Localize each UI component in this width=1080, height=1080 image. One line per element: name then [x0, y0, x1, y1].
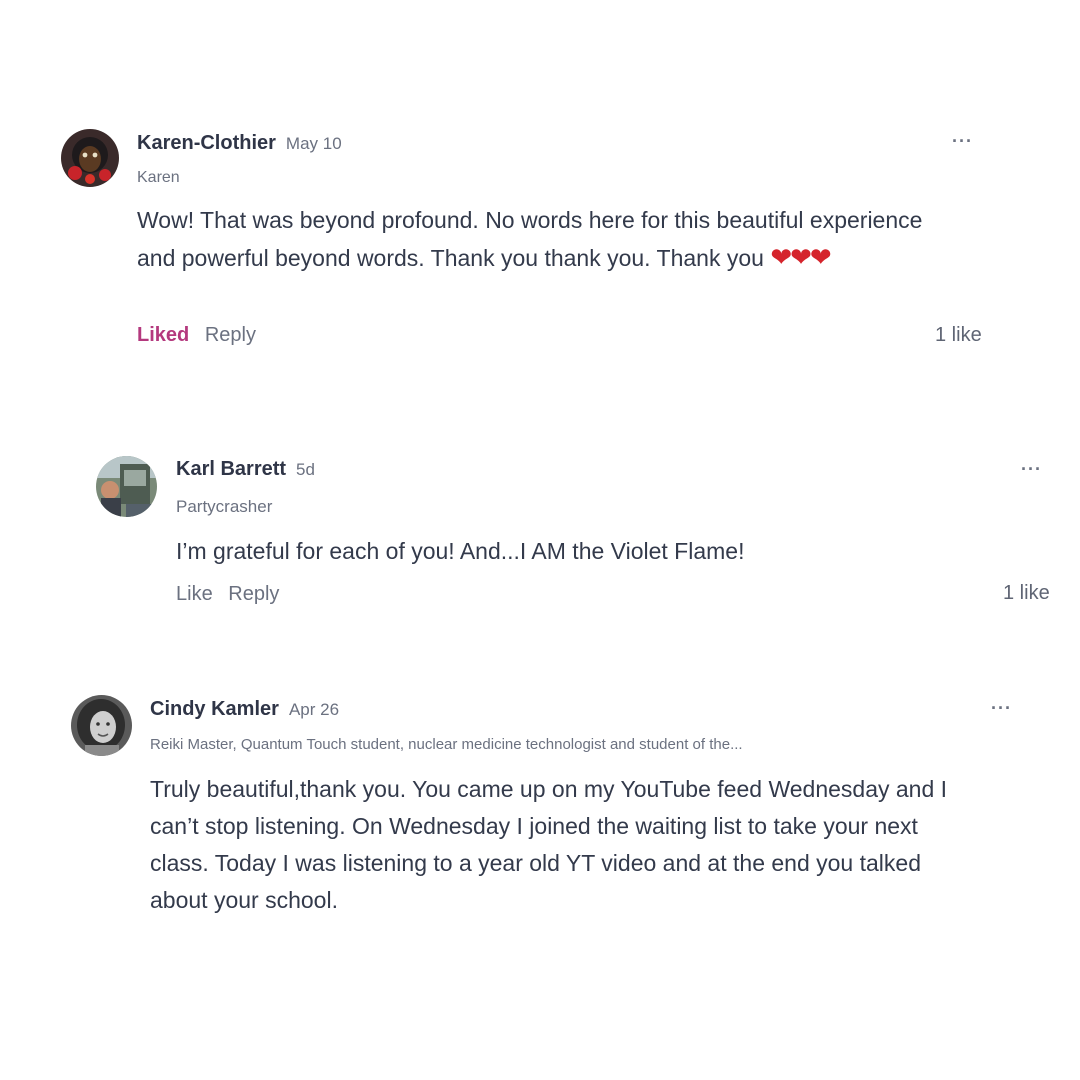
author-name-text[interactable]: Karen-Clothier: [137, 132, 276, 154]
like-count[interactable]: 1 like: [935, 324, 982, 347]
comment-body: Truly beautiful,thank you. You came up o…: [150, 771, 965, 919]
comment-actions: Liked Reply: [137, 324, 256, 347]
author-subtitle: Karen: [137, 169, 180, 186]
comment-actions: Like Reply: [176, 583, 279, 606]
reply-button[interactable]: Reply: [228, 583, 279, 605]
comment-date: May 10: [285, 134, 342, 153]
avatar[interactable]: [71, 695, 132, 756]
more-options-button[interactable]: ···: [952, 131, 973, 152]
comment-body: Wow! That was beyond profound. No words …: [137, 202, 937, 277]
more-options-button[interactable]: ···: [1021, 459, 1042, 480]
heart-emoji-icon: ❤❤❤: [770, 242, 831, 272]
author-name[interactable]: Karl Barrett 5d: [176, 458, 315, 481]
author-name-text[interactable]: Karl Barrett: [176, 458, 286, 480]
author-name-text[interactable]: Cindy Kamler: [150, 698, 279, 720]
author-name[interactable]: Karen-Clothier May 10: [137, 132, 342, 155]
comment-date: 5d: [296, 460, 315, 479]
like-button[interactable]: Liked: [137, 324, 189, 346]
like-button[interactable]: Like: [176, 583, 213, 605]
author-subtitle: Reiki Master, Quantum Touch student, nuc…: [150, 736, 743, 753]
comment-body-text: I’m grateful for each of you! And...I AM…: [176, 538, 745, 564]
author-subtitle: Partycrasher: [176, 497, 273, 516]
author-name[interactable]: Cindy Kamler Apr 26: [150, 698, 339, 721]
avatar[interactable]: [96, 456, 157, 517]
avatar[interactable]: [61, 129, 119, 187]
more-options-button[interactable]: ···: [991, 698, 1012, 719]
comment-body: I’m grateful for each of you! And...I AM…: [176, 533, 996, 570]
reply-button[interactable]: Reply: [205, 324, 256, 346]
comment-date: Apr 26: [288, 700, 340, 719]
like-count[interactable]: 1 like: [1003, 582, 1050, 605]
comment-body-text: Truly beautiful,thank you. You came up o…: [150, 776, 948, 913]
